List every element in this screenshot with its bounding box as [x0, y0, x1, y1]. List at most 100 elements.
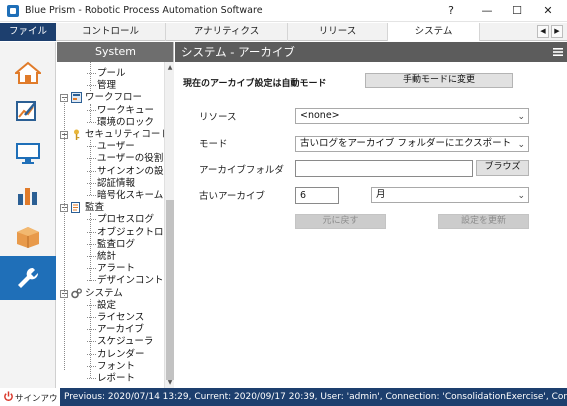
tree-item[interactable]: レポート	[87, 372, 135, 385]
tab-release[interactable]: リリース	[288, 23, 388, 41]
scroll-down-arrow-icon[interactable]: ▼	[166, 378, 174, 387]
tree-connector	[90, 140, 91, 196]
tree-item[interactable]: 管理	[87, 79, 117, 92]
tab-analytics[interactable]: アナリティクス	[166, 23, 288, 41]
tree-item-label: 環境のロック	[97, 116, 155, 128]
tree-item-label: ユーザーの役割	[97, 153, 164, 165]
tree-item[interactable]: アラート	[87, 262, 136, 275]
tree-item[interactable]: カレンダー	[87, 348, 145, 361]
tree-connector	[87, 170, 96, 172]
archive-mode-status: 現在のアーカイブ設定は自動モード	[183, 79, 327, 89]
resource-label: リソース	[199, 112, 237, 123]
file-menu[interactable]: ファイル	[0, 23, 56, 41]
left-icon-rail	[0, 42, 56, 388]
tree-item[interactable]: ユーザーの役割	[87, 152, 164, 165]
release-button[interactable]	[0, 216, 56, 258]
switch-to-manual-button[interactable]: 手動モードに変更	[365, 73, 513, 88]
tree-group-label: システム	[85, 287, 123, 299]
chevron-down-icon: ⌄	[517, 112, 525, 122]
tree-item[interactable]: 暗号化スキーム	[87, 189, 163, 202]
minimize-button[interactable]: —	[476, 3, 498, 19]
tree-item[interactable]: 認証情報	[87, 177, 135, 190]
system-button[interactable]	[0, 256, 56, 300]
close-button[interactable]: ✕	[537, 3, 559, 19]
tree-connector	[90, 298, 91, 379]
tree-connector	[87, 219, 96, 221]
old-archive-unit-value: 月	[376, 189, 386, 200]
status-bar: Previous: 2020/07/14 13:29, Current: 202…	[60, 388, 567, 406]
tree-scrollbar[interactable]: ▲ ▼	[164, 62, 174, 388]
tree-item[interactable]: サインオンの設定	[87, 165, 173, 178]
tree-item[interactable]: スケジューラ	[87, 335, 154, 348]
tree-item-label: カレンダー	[97, 348, 145, 360]
tab-control[interactable]: コントロール	[56, 23, 166, 41]
tree-item-label: スケジューラ	[97, 336, 154, 348]
control-button[interactable]	[0, 132, 56, 174]
tree-header: System	[57, 42, 173, 62]
resource-select-value: <none>	[300, 110, 340, 121]
tree-item[interactable]: 環境のロック	[87, 116, 155, 129]
old-archive-number-input[interactable]: 6	[295, 187, 339, 204]
tree-item[interactable]: 設定	[87, 299, 116, 312]
package-icon	[17, 227, 39, 248]
tree-connector	[87, 304, 96, 306]
blue-prism-logo-icon	[7, 5, 19, 17]
title-bar: Blue Prism - Robotic Process Automation …	[0, 0, 567, 22]
tree-item[interactable]: アーカイブ	[87, 323, 144, 336]
scroll-up-arrow-icon[interactable]: ▲	[166, 63, 174, 72]
tree-item-label: プロセスログ	[97, 214, 155, 226]
tree-item[interactable]: ワークキュー	[87, 104, 154, 117]
tree-item[interactable]: 統計	[87, 250, 116, 263]
tree-connector	[87, 341, 96, 343]
bar-chart-icon	[18, 188, 37, 205]
tree-item[interactable]: プロセスログ	[87, 213, 155, 226]
tree-connector	[87, 85, 96, 87]
tree-item-label: アラート	[97, 263, 136, 275]
tree-item[interactable]: ライセンス	[87, 311, 144, 324]
chevron-down-icon: ⌄	[517, 140, 525, 150]
tabs-scroll-left-button[interactable]: ◀	[537, 25, 549, 38]
tree-item[interactable]: オブジェクトログ	[87, 226, 174, 239]
home-button[interactable]	[0, 52, 56, 94]
tree-item[interactable]: 監査ログ	[87, 238, 136, 251]
tree-connector	[87, 243, 96, 245]
tree-item[interactable]: プール	[87, 67, 126, 80]
tab-system[interactable]: システム	[388, 23, 480, 41]
update-settings-button[interactable]: 設定を更新	[438, 214, 529, 229]
tree-connector	[87, 268, 96, 270]
tree-connector	[87, 73, 96, 74]
mode-select[interactable]: 古いログをアーカイブ フォルダーにエクスポート ⌄	[295, 136, 529, 152]
tree-item-label: 監査ログ	[97, 238, 136, 250]
system-tree-panel: System プール 管理 − ワークフロー ワークキュー 環境のロック − セキュリティコー…	[57, 42, 174, 388]
tree-connector	[87, 231, 96, 233]
hamburger-menu-icon[interactable]	[553, 47, 563, 57]
revert-button[interactable]: 元に戻す	[295, 214, 386, 229]
analytics-button[interactable]	[0, 174, 56, 216]
studio-button[interactable]	[0, 90, 56, 132]
help-button[interactable]: ?	[440, 3, 462, 19]
mode-label: モード	[199, 139, 228, 150]
tree-connector	[90, 62, 91, 92]
tree-item[interactable]: デザインコントロール	[87, 274, 173, 287]
tree-item-label: 管理	[97, 80, 117, 92]
chevron-down-icon: ⌄	[517, 191, 525, 201]
tabs-scroll-right-button[interactable]: ▶	[551, 25, 563, 38]
resource-select[interactable]: <none> ⌄	[295, 108, 529, 124]
tree-connector	[87, 280, 96, 282]
tree-scroll-thumb[interactable]	[166, 200, 174, 380]
tree-item-label: オブジェクトログ	[97, 226, 174, 238]
old-archive-unit-select[interactable]: 月 ⌄	[371, 187, 529, 203]
tree-item-label: デザインコントロール	[97, 275, 173, 287]
tree-item-label: アーカイブ	[97, 324, 144, 336]
studio-icon	[16, 101, 36, 121]
tree-item[interactable]: フォント	[87, 360, 135, 373]
archive-folder-input[interactable]	[295, 160, 473, 177]
tree-connector	[87, 121, 96, 123]
old-archive-label: 古いアーカイブ	[199, 191, 265, 202]
tree-item[interactable]: ユーザー	[87, 140, 135, 153]
tree-item-label: プール	[97, 68, 126, 79]
signout-button[interactable]: サインアウト	[0, 388, 60, 406]
tree-connector	[87, 158, 96, 160]
browse-button[interactable]: ブラウズ	[476, 160, 529, 176]
maximize-button[interactable]: ☐	[506, 3, 528, 19]
